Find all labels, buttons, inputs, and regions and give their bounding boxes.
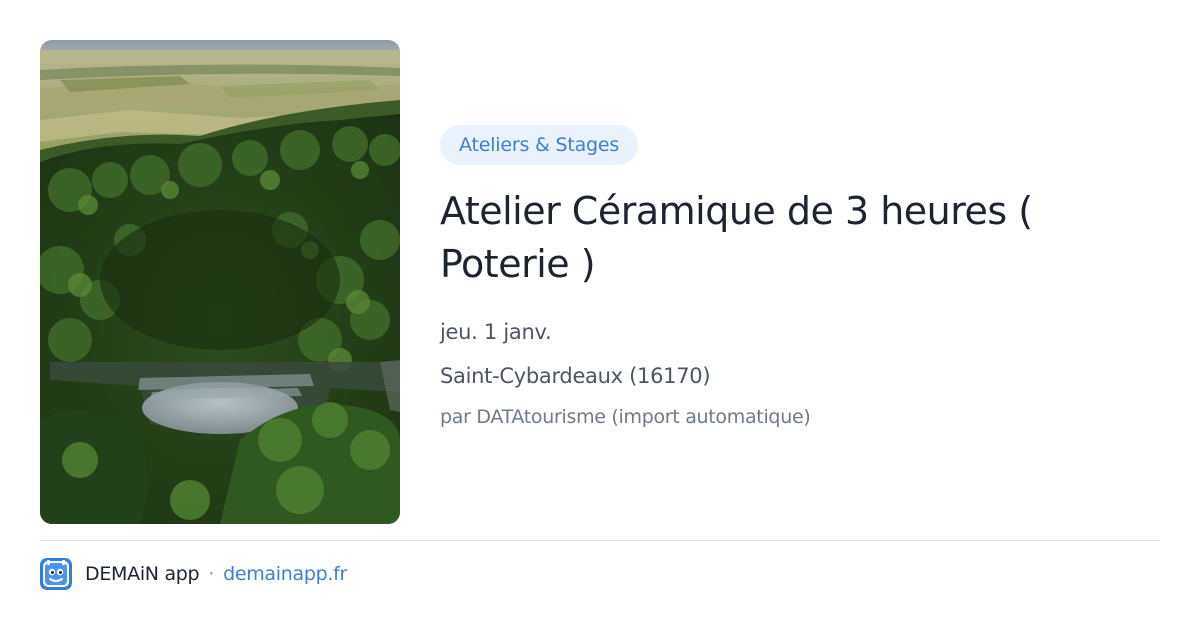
demain-logo-icon <box>40 558 72 590</box>
event-card[interactable]: Ateliers & Stages Atelier Céramique de 3… <box>0 0 1200 630</box>
event-location: Saint-Cybardeaux (16170) <box>440 364 711 388</box>
event-details: Ateliers & Stages Atelier Céramique de 3… <box>440 125 1160 431</box>
app-domain-link[interactable]: demainapp.fr <box>223 563 347 585</box>
event-photo <box>40 40 400 524</box>
footer-separator: · <box>208 563 215 585</box>
event-date: jeu. 1 janv. <box>440 320 552 344</box>
event-source: par DATAtourisme (import automatique) <box>440 406 811 428</box>
footer: DEMAiN app · demainapp.fr <box>40 558 347 590</box>
category-badge[interactable]: Ateliers & Stages <box>440 125 639 165</box>
event-title[interactable]: Atelier Céramique de 3 heures ( Poterie … <box>440 185 1160 291</box>
app-name: DEMAiN app <box>85 563 200 585</box>
footer-divider <box>40 540 1160 541</box>
